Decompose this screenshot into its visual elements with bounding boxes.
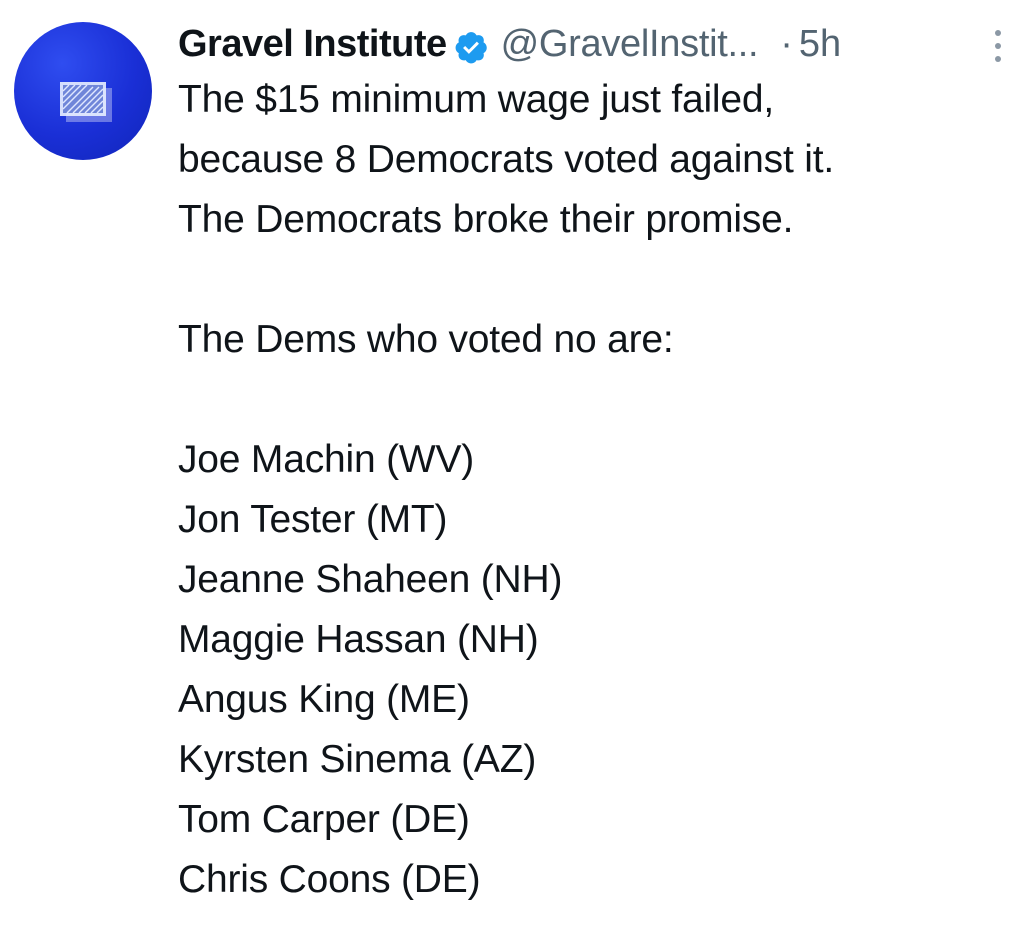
display-name[interactable]: Gravel Institute xyxy=(178,18,447,70)
senator-list-item: Maggie Hassan (NH) xyxy=(178,618,539,661)
tweet[interactable]: Gravel Institute @GravelInstit... · 5h T… xyxy=(0,0,1022,938)
senator-list-item: Joe Machin (WV) xyxy=(178,438,475,481)
separator-dot: · xyxy=(780,23,793,65)
tweet-header: Gravel Institute @GravelInstit... · 5h xyxy=(178,18,1008,70)
timestamp[interactable]: 5h xyxy=(799,18,841,70)
gravel-institute-logo-icon xyxy=(60,82,112,122)
tweet-text-line: The Democrats broke their promise. xyxy=(178,198,794,241)
tweet-text-line: The $15 minimum wage just failed, xyxy=(178,78,775,121)
senator-list-item: Tom Carper (DE) xyxy=(178,798,470,841)
verified-badge-icon xyxy=(453,27,489,64)
tweet-content: Gravel Institute @GravelInstit... · 5h T… xyxy=(178,18,1008,910)
tweet-text-line: The Dems who voted no are: xyxy=(178,318,674,361)
senator-list-item: Kyrsten Sinema (AZ) xyxy=(178,738,537,781)
avatar[interactable] xyxy=(14,22,152,160)
senator-list-item: Jeanne Shaheen (NH) xyxy=(178,558,563,601)
senator-list-item: Jon Tester (MT) xyxy=(178,498,448,541)
tweet-text: The $15 minimum wage just failed, becaus… xyxy=(178,70,1008,910)
handle[interactable]: @GravelInstit... xyxy=(501,18,759,70)
senator-list-item: Angus King (ME) xyxy=(178,678,470,721)
senator-list-item: Chris Coons (DE) xyxy=(178,858,481,901)
tweet-text-line: because 8 Democrats voted against it. xyxy=(178,138,834,181)
more-vertical-icon[interactable] xyxy=(988,26,1008,66)
